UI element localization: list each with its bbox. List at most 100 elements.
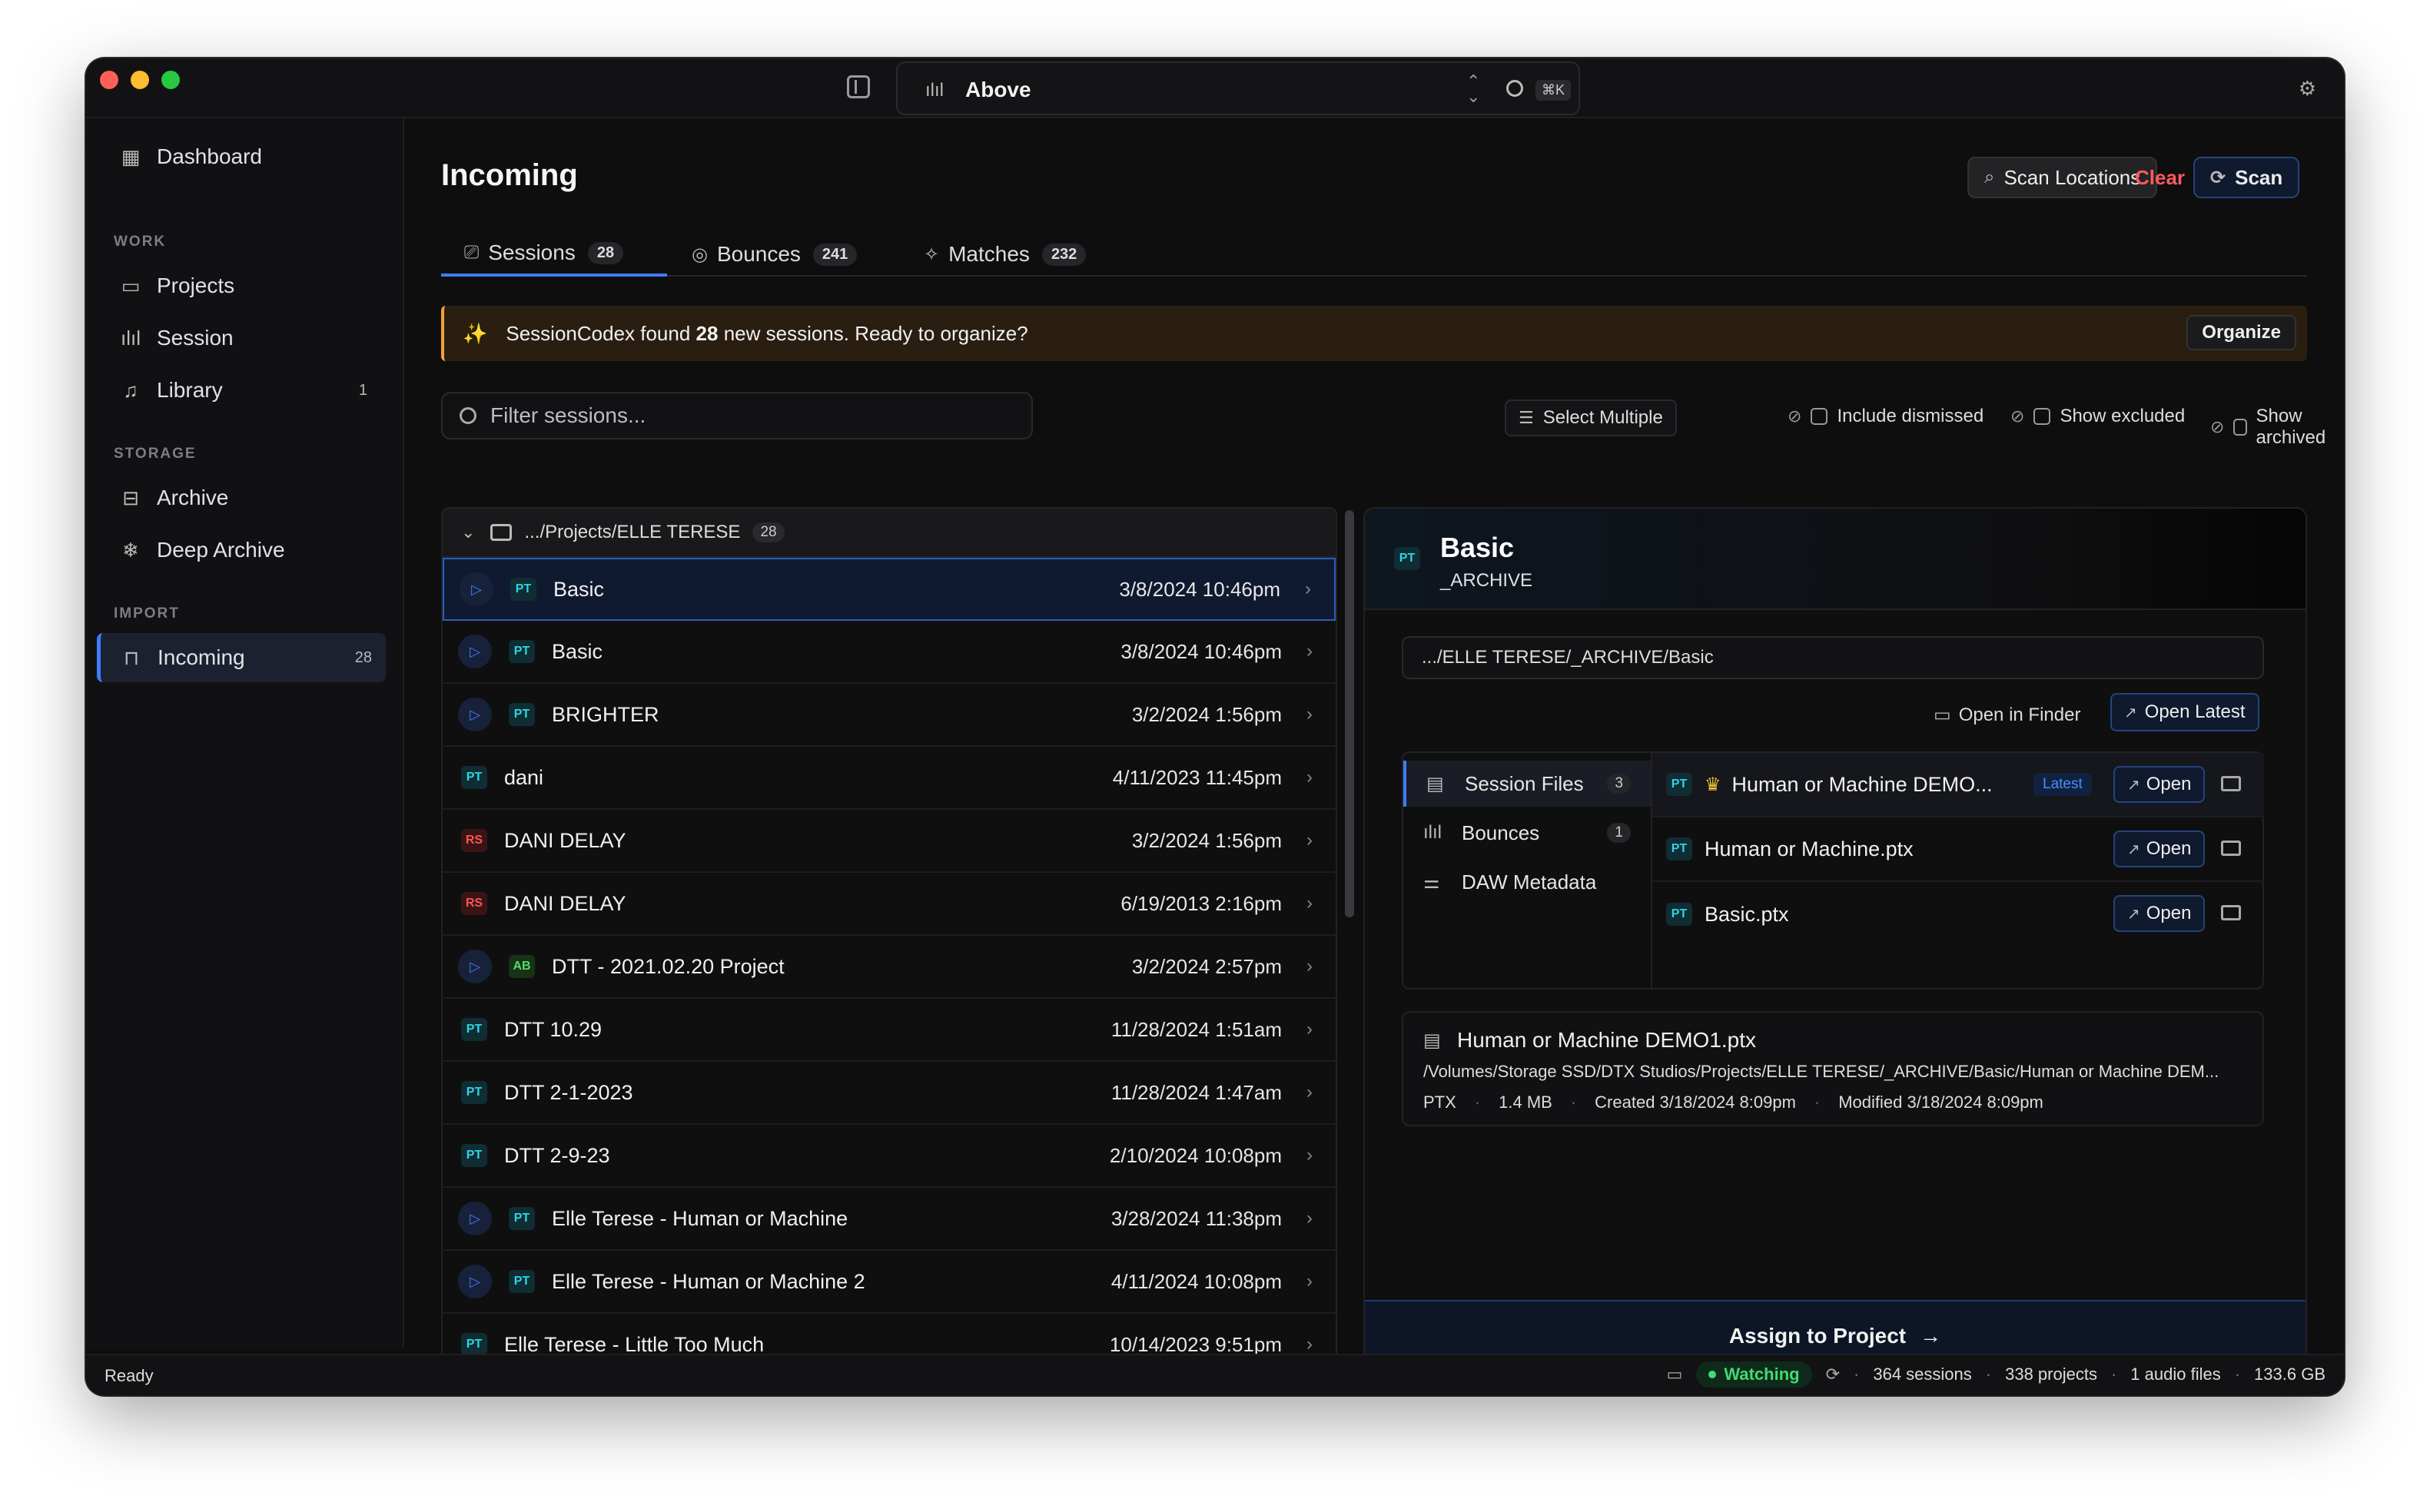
session-list-scrollbar[interactable]	[1345, 510, 1354, 917]
open-latest-button[interactable]: ↗ Open Latest	[2110, 693, 2259, 731]
session-date: 11/28/2024 1:47am	[1110, 1080, 1282, 1104]
sidebar-item-dashboard[interactable]: ▦ Dashboard	[112, 132, 381, 181]
chevron-right-icon: ›	[1306, 956, 1313, 976]
sidebar-item-label: Deep Archive	[157, 538, 285, 562]
reveal-folder-icon[interactable]	[2221, 905, 2241, 920]
play-icon[interactable]: ▷	[458, 1202, 492, 1235]
session-row[interactable]: PT DTT 2-1-2023 11/28/2024 1:47am ›	[443, 1062, 1336, 1125]
magic-wand-icon: ✨	[463, 321, 488, 345]
show-archived-toggle[interactable]: ⊘ Show archived	[2210, 406, 2344, 449]
daw-tag: PT	[509, 1207, 535, 1230]
sidebar-item-archive[interactable]: ⊟ Archive	[112, 473, 381, 522]
tab-bounces[interactable]: ◎ Bounces 241	[692, 232, 858, 277]
nav-daw-metadata[interactable]: ⚌ DAW Metadata	[1403, 859, 1651, 905]
session-path[interactable]: .../ELLE TERESE/_ARCHIVE/Basic	[1402, 636, 2264, 679]
session-row[interactable]: PT dani 4/11/2023 11:45pm ›	[443, 747, 1336, 810]
close-window-button[interactable]	[100, 71, 118, 89]
include-dismissed-checkbox[interactable]	[1811, 408, 1828, 425]
sidebar-item-deep-archive[interactable]: ❄ Deep Archive	[112, 526, 381, 575]
watching-label: Watching	[1724, 1364, 1800, 1384]
session-date: 4/11/2023 11:45pm	[1112, 765, 1282, 789]
nav-count: 1	[1607, 823, 1631, 843]
session-row[interactable]: RS DANI DELAY 3/2/2024 1:56pm ›	[443, 810, 1336, 873]
search-icon	[460, 407, 476, 424]
session-row[interactable]: PT DTT 10.29 11/28/2024 1:51am ›	[443, 999, 1336, 1062]
play-icon[interactable]: ▷	[458, 950, 492, 983]
select-multiple-button[interactable]: ☰ Select Multiple	[1505, 400, 1677, 436]
session-row[interactable]: ▷ AB DTT - 2021.02.20 Project 3/2/2024 2:57…	[443, 936, 1336, 999]
daw-tag: PT	[1666, 903, 1692, 926]
sidebar-item-library[interactable]: ♫ Library 1	[112, 366, 381, 415]
file-row[interactable]: PT ♛ Human or Machine DEMO... Latest ↗ Op…	[1652, 753, 2264, 817]
file-row[interactable]: PT Human or Machine.ptx ↗ Open	[1652, 817, 2264, 882]
chevron-right-icon: ›	[1306, 893, 1313, 914]
watching-badge[interactable]: Watching	[1696, 1361, 1812, 1388]
session-date: 3/2/2024 1:56pm	[1131, 828, 1282, 852]
sidebar-item-incoming[interactable]: ⊓ Incoming 28	[97, 633, 386, 682]
chevron-right-icon: ›	[1305, 579, 1311, 599]
daw-tag: PT	[1666, 773, 1692, 796]
open-in-finder-link[interactable]: ▭ Open in Finder	[1934, 704, 2080, 726]
organize-button[interactable]: Organize	[2186, 315, 2296, 350]
document-icon: ▤	[1423, 1030, 1441, 1051]
open-file-button[interactable]: ↗ Open	[2113, 831, 2206, 867]
open-file-button[interactable]: ↗ Open	[2113, 895, 2206, 932]
sidebar-toggle-icon[interactable]	[847, 75, 870, 98]
sliders-icon: ⚌	[1423, 871, 1440, 893]
banner-message: SessionCodex found 28 new sessions. Read…	[506, 321, 1028, 345]
zoom-window-button[interactable]	[161, 71, 180, 89]
session-date: 6/19/2013 2:16pm	[1120, 891, 1282, 915]
search-icon[interactable]	[1506, 80, 1523, 97]
tab-count-badge: 232	[1041, 243, 1087, 266]
chat-icon[interactable]: ▭	[1667, 1364, 1683, 1384]
session-row[interactable]: RS DANI DELAY 6/19/2013 2:16pm ›	[443, 873, 1336, 936]
daw-tag: PT	[509, 640, 535, 663]
minimize-window-button[interactable]	[131, 71, 149, 89]
show-archived-checkbox[interactable]	[2233, 419, 2247, 436]
reveal-folder-icon[interactable]	[2221, 841, 2241, 856]
play-icon[interactable]: ▷	[458, 1265, 492, 1298]
session-row[interactable]: ▷ PT Elle Terese - Human or Machine 3/28/20…	[443, 1188, 1336, 1251]
include-dismissed-toggle[interactable]: ⊘ Include dismissed	[1788, 406, 1984, 427]
nav-bounces[interactable]: ılıl Bounces 1	[1403, 810, 1651, 856]
chevron-right-icon: ›	[1306, 641, 1313, 662]
session-row[interactable]: ▷ PT Basic 3/8/2024 10:46pm ›	[443, 621, 1336, 684]
chevron-down-icon[interactable]: ⌄	[461, 522, 475, 542]
refresh-icon[interactable]: ⟳	[1826, 1364, 1840, 1384]
session-row[interactable]: ▷ PT Basic 3/8/2024 10:46pm ›	[443, 558, 1336, 621]
nav-session-files[interactable]: ▤ Session Files 3	[1403, 761, 1651, 807]
file-row[interactable]: PT Basic.ptx ↗ Open	[1652, 882, 2264, 947]
filter-sessions-input[interactable]	[490, 403, 1013, 428]
open-file-button[interactable]: ↗ Open	[2113, 766, 2206, 803]
status-right: ▭ Watching ⟳ · 364 sessions · 338 projec…	[1667, 1361, 2325, 1388]
tab-matches[interactable]: ✧ Matches 232	[924, 232, 1087, 277]
clear-button[interactable]: Clear	[2120, 157, 2200, 198]
refresh-icon: ⟳	[2210, 167, 2226, 188]
play-icon[interactable]: ▷	[458, 698, 492, 731]
show-excluded-toggle[interactable]: ⊘ Show excluded	[2010, 406, 2185, 427]
status-size: 133.6 GB	[2254, 1364, 2325, 1384]
filter-sessions-field[interactable]	[441, 392, 1033, 439]
daw-tag: PT	[1666, 837, 1692, 860]
tab-sessions[interactable]: ⎚ Sessions 28	[441, 232, 667, 277]
session-row[interactable]: ▷ PT BRIGHTER 3/2/2024 1:56pm ›	[443, 684, 1336, 747]
preferences-icon[interactable]: ⚙	[2299, 77, 2316, 101]
separator-dot: ·	[1474, 1093, 1481, 1112]
open-latest-label: Open Latest	[2144, 701, 2246, 722]
chevron-up-down-icon[interactable]: ⌃ ⌄	[1466, 73, 1480, 105]
reveal-folder-icon[interactable]	[2221, 776, 2241, 791]
music-note-icon: ♫	[123, 378, 138, 402]
play-icon[interactable]: ▷	[460, 572, 493, 606]
session-selector[interactable]: ılıl Above ⌃ ⌄ ⌘K	[896, 61, 1580, 115]
session-row[interactable]: PT DTT 2-9-23 2/10/2024 10:08pm ›	[443, 1125, 1336, 1188]
sidebar-item-session[interactable]: ılıl Session	[112, 313, 381, 363]
play-icon[interactable]: ▷	[458, 635, 492, 668]
open-label: Open	[2146, 774, 2192, 794]
sidebar-item-projects[interactable]: ▭ Projects	[112, 261, 381, 310]
tab-label: Matches	[948, 242, 1030, 266]
show-excluded-checkbox[interactable]	[2033, 408, 2051, 425]
group-header[interactable]: ⌄ .../Projects/ELLE TERESE 28	[443, 509, 1336, 558]
scan-button[interactable]: ⟳ Scan	[2193, 157, 2300, 198]
include-dismissed-label: Include dismissed	[1837, 406, 1984, 426]
session-row[interactable]: ▷ PT Elle Terese - Human or Machine 2 4/11/…	[443, 1251, 1336, 1314]
